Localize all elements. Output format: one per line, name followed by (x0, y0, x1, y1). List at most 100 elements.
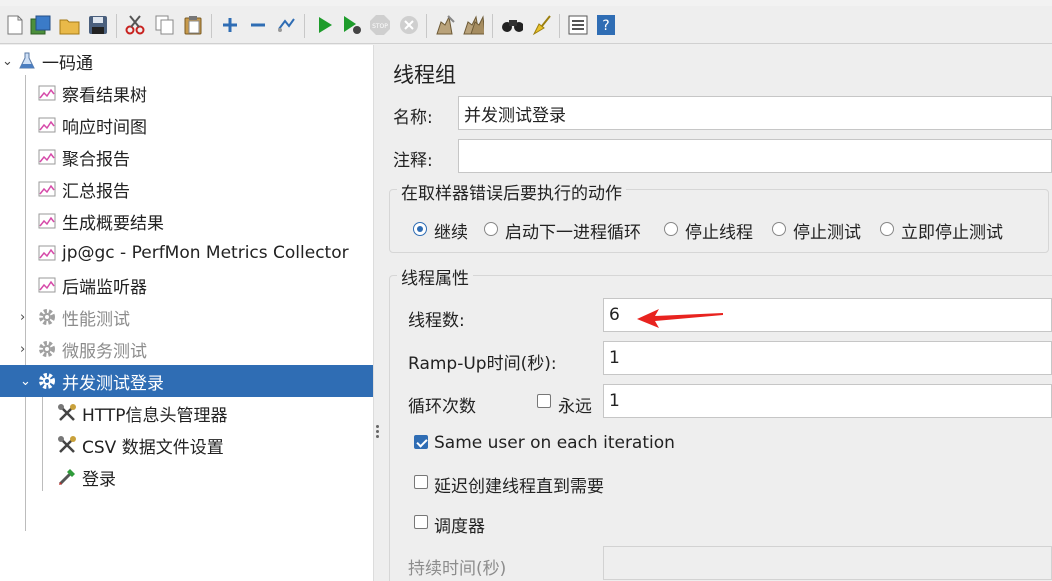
page-title: 线程组 (393, 63, 456, 87)
radio-start-next-loop[interactable] (484, 222, 498, 236)
listener-graph-icon (37, 115, 57, 135)
gear-icon (37, 339, 57, 359)
annotation-arrow-icon (637, 309, 723, 328)
wrench-icon (57, 403, 77, 423)
listener-graph-icon (37, 275, 57, 295)
chevron-right-icon[interactable]: › (20, 342, 32, 357)
radio-label[interactable]: 停止线程 (685, 218, 753, 243)
listener-graph-icon (37, 83, 57, 103)
tree-item-label: 性能测试 (62, 309, 130, 330)
radio-label[interactable]: 继续 (434, 218, 468, 243)
test-plan-tree[interactable]: ⌄ 一码通 察看结果树 响应时间图 聚合报告 汇总报告 生成概要结果 jp@gc… (0, 45, 373, 581)
tree-item-listener[interactable]: jp@gc - PerfMon Metrics Collector (0, 238, 373, 268)
same-user-label[interactable]: Same user on each iteration (434, 433, 675, 453)
tree-item-root[interactable]: ⌄ 一码通 (0, 46, 373, 76)
tree-item-label: HTTP信息头管理器 (82, 405, 228, 426)
tree-item-label: 生成概要结果 (62, 213, 164, 234)
radio-label[interactable]: 停止测试 (793, 218, 861, 243)
start-no-pause-icon[interactable] (341, 14, 363, 36)
chevron-down-icon[interactable]: ⌄ (2, 54, 14, 69)
loop-value: 1 (609, 391, 620, 411)
listener-graph-icon (37, 147, 57, 167)
clear-icon[interactable] (434, 14, 456, 36)
tree-item-listener[interactable]: 察看结果树 (0, 78, 373, 108)
tree-item-label: 一码通 (42, 53, 93, 74)
rampup-field[interactable]: 1 (603, 341, 1052, 375)
radio-stop-test[interactable] (772, 222, 786, 236)
rampup-value: 1 (609, 348, 620, 368)
open-icon[interactable] (59, 14, 81, 36)
tree-item-label: 后端监听器 (62, 277, 147, 298)
chevron-right-icon[interactable]: › (20, 310, 32, 325)
gear-icon (37, 307, 57, 327)
on-error-title: 在取样器错误后要执行的动作 (397, 179, 626, 204)
tree-item-label: 登录 (82, 469, 116, 490)
paste-icon[interactable] (182, 14, 204, 36)
same-user-checkbox[interactable] (414, 435, 428, 449)
forever-label[interactable]: 永远 (558, 392, 592, 417)
collapse-icon[interactable] (247, 14, 269, 36)
templates-icon[interactable] (30, 14, 52, 36)
function-helper-icon[interactable] (567, 14, 589, 36)
tree-item-thread-group[interactable]: › 微服务测试 (0, 334, 373, 364)
help-icon[interactable]: ? (595, 14, 617, 36)
tree-item-sampler[interactable]: 登录 (0, 462, 373, 492)
threads-label: 线程数: (408, 311, 465, 331)
tree-item-config[interactable]: CSV 数据文件设置 (0, 430, 373, 460)
tree-item-label: CSV 数据文件设置 (82, 437, 224, 458)
stop-icon[interactable]: STOP (369, 14, 391, 36)
radio-stop-test-now[interactable] (880, 222, 894, 236)
start-icon[interactable] (314, 14, 336, 36)
name-field[interactable]: 并发测试登录 (458, 96, 1052, 130)
tree-item-thread-group-selected[interactable]: ⌄ 并发测试登录 (0, 365, 373, 397)
tree-item-listener[interactable]: 生成概要结果 (0, 206, 373, 236)
test-plan-icon (17, 51, 37, 71)
tree-item-label: 响应时间图 (62, 117, 147, 138)
delay-label[interactable]: 延迟创建线程直到需要 (434, 472, 604, 497)
tree-item-listener[interactable]: 聚合报告 (0, 142, 373, 172)
clear-all-icon[interactable] (462, 14, 484, 36)
listener-graph-icon (37, 243, 57, 263)
new-icon[interactable] (4, 14, 26, 36)
pipette-icon (57, 467, 77, 487)
scheduler-label[interactable]: 调度器 (434, 512, 485, 537)
radio-label[interactable]: 启动下一进程循环 (505, 218, 641, 243)
reset-search-icon[interactable] (530, 14, 552, 36)
wrench-icon (57, 435, 77, 455)
search-icon[interactable] (501, 14, 523, 36)
tree-item-listener[interactable]: 后端监听器 (0, 270, 373, 300)
duration-field[interactable] (603, 546, 1052, 580)
tree-item-thread-group[interactable]: › 性能测试 (0, 302, 373, 332)
tree-item-label: 微服务测试 (62, 341, 147, 362)
copy-icon[interactable] (154, 14, 176, 36)
scheduler-checkbox[interactable] (414, 515, 428, 529)
comment-label: 注释: (393, 151, 433, 171)
name-value: 并发测试登录 (464, 105, 566, 126)
tree-item-listener[interactable]: 响应时间图 (0, 110, 373, 140)
tree-item-listener[interactable]: 汇总报告 (0, 174, 373, 204)
save-icon[interactable] (87, 14, 109, 36)
listener-graph-icon (37, 211, 57, 231)
loop-field[interactable]: 1 (603, 384, 1052, 418)
thread-group-panel: 线程组 名称: 并发测试登录 注释: 在取样器错误后要执行的动作 继续 启动下一… (383, 45, 1052, 581)
threads-value: 6 (609, 305, 620, 325)
duration-label: 持续时间(秒) (408, 559, 507, 579)
radio-continue[interactable] (413, 222, 427, 236)
comment-field[interactable] (458, 139, 1052, 173)
radio-label[interactable]: 立即停止测试 (901, 218, 1003, 243)
tree-item-label: jp@gc - PerfMon Metrics Collector (62, 243, 349, 263)
expand-icon[interactable] (219, 14, 241, 36)
delay-thread-creation-checkbox[interactable] (414, 475, 428, 489)
panel-splitter[interactable] (373, 45, 383, 581)
radio-stop-thread[interactable] (664, 222, 678, 236)
listener-graph-icon (37, 179, 57, 199)
shutdown-icon[interactable] (398, 14, 420, 36)
cut-icon[interactable] (124, 14, 146, 36)
gear-icon (37, 371, 57, 391)
toggle-icon[interactable] (275, 14, 297, 36)
tree-item-label: 汇总报告 (62, 181, 130, 202)
tree-item-config[interactable]: HTTP信息头管理器 (0, 398, 373, 428)
chevron-down-icon[interactable]: ⌄ (20, 374, 32, 389)
forever-checkbox[interactable] (537, 394, 551, 408)
svg-text:?: ? (602, 18, 609, 34)
